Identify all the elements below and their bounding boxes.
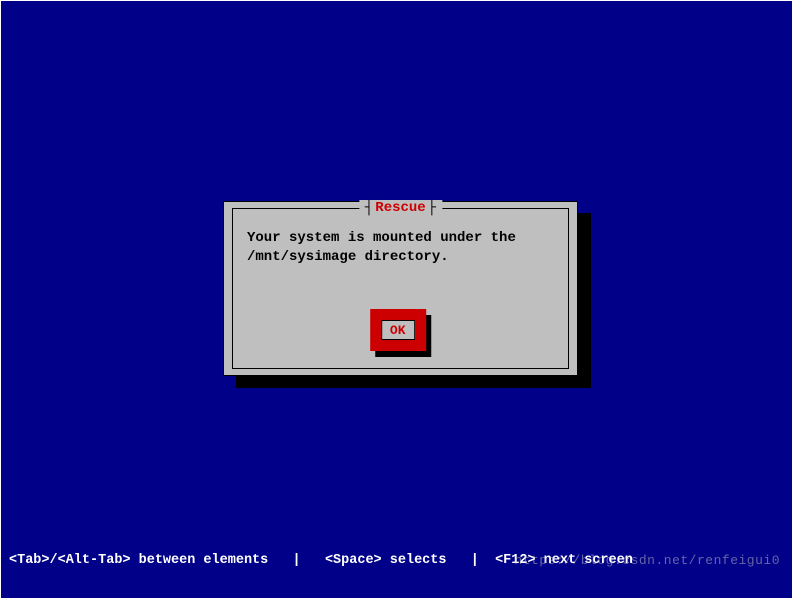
dialog-border: ┤Rescue├ Your system is mounted under th… bbox=[232, 208, 569, 369]
watermark: https://blog.csdn.net/renfeigui0 bbox=[514, 553, 780, 568]
rescue-dialog: ┤Rescue├ Your system is mounted under th… bbox=[223, 201, 578, 376]
ok-button[interactable]: OK bbox=[370, 309, 426, 351]
dialog-title-container: ┤Rescue├ bbox=[359, 200, 442, 216]
dialog-message: Your system is mounted under the /mnt/sy… bbox=[247, 229, 554, 267]
title-bracket-close: ├ bbox=[428, 200, 436, 216]
ok-button-inner: OK bbox=[381, 320, 415, 340]
dialog-title: Rescue bbox=[373, 200, 427, 216]
rescue-screen: ┤Rescue├ Your system is mounted under th… bbox=[1, 1, 792, 598]
ok-button-label: OK bbox=[390, 323, 406, 338]
